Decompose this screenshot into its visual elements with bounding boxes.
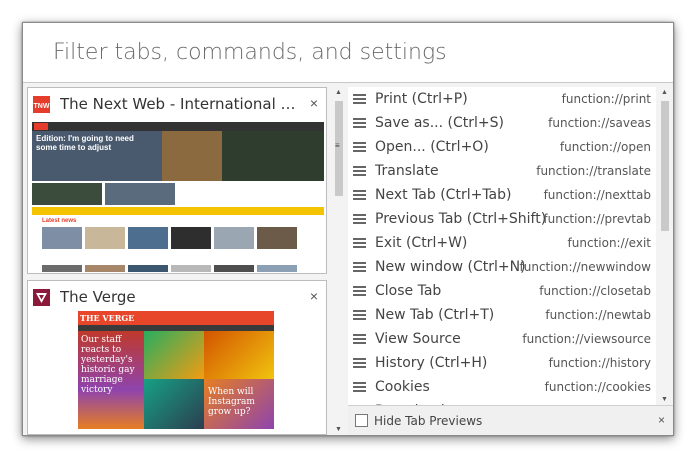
- tab-preview-header: The Verge: [28, 281, 326, 313]
- command-label: New window (Ctrl+N): [375, 259, 526, 275]
- command-label: Translate: [375, 163, 439, 179]
- command-url: function://open: [559, 140, 651, 154]
- command-label: Close Tab: [375, 283, 442, 299]
- scroll-down-icon[interactable]: ▼: [335, 426, 342, 433]
- command-url: function://translate: [536, 164, 651, 178]
- command-label: Print (Ctrl+P): [375, 91, 468, 107]
- command-list-icon: [353, 357, 368, 369]
- command-list-icon: [353, 381, 368, 393]
- command-url: function://closetab: [539, 284, 651, 298]
- command-url: function://prevtab: [543, 212, 651, 226]
- command-item[interactable]: New Tab (Ctrl+T) function://newtab: [348, 303, 673, 327]
- commands-scrollbar[interactable]: ▲ ▼: [656, 87, 673, 405]
- command-item[interactable]: Open... (Ctrl+O) function://open: [348, 135, 673, 159]
- command-url: function://newtab: [545, 308, 651, 322]
- command-list-icon: [353, 213, 368, 225]
- thumbnail-hero: Edition: I'm going to need some time to …: [32, 131, 324, 181]
- command-item[interactable]: Previous Tab (Ctrl+Shift) function://prev…: [348, 207, 673, 231]
- hide-previews-checkbox[interactable]: [355, 414, 368, 427]
- tab-title: The Next Web - International technology …: [60, 95, 300, 113]
- command-palette-window: TNW The Next Web - International technol…: [22, 22, 674, 436]
- thumbnail-hero-text: Edition: I'm going to need some time to …: [36, 134, 134, 152]
- command-list-icon: [353, 285, 368, 297]
- command-label: Previous Tab (Ctrl+Shift): [375, 211, 547, 227]
- footer-bar: Hide Tab Previews ×: [348, 405, 673, 435]
- command-list: Print (Ctrl+P) function://print Save as...…: [348, 87, 673, 405]
- verge-favicon-icon: [33, 288, 50, 306]
- command-label: View Source: [375, 331, 461, 347]
- svg-text:TNW: TNW: [34, 103, 50, 110]
- tab-thumbnail: Edition: I'm going to need some time to …: [32, 122, 324, 272]
- tab-preview-header: TNW The Next Web - International technol…: [28, 88, 326, 120]
- thumbnail-banner: [32, 207, 324, 215]
- previews-scrollbar[interactable]: ▲ ≡ ▼: [332, 87, 346, 435]
- command-item[interactable]: Next Tab (Ctrl+Tab) function://nexttab: [348, 183, 673, 207]
- command-item[interactable]: New window (Ctrl+N) function://newwindow: [348, 255, 673, 279]
- thumbnail-headline: When will Instagram grow up?: [208, 387, 255, 417]
- command-url: function://cookies: [544, 380, 651, 394]
- command-label: Cookies: [375, 379, 430, 395]
- command-item[interactable]: View Source function://viewsource: [348, 327, 673, 351]
- thumbnail-section-label: Latest news: [42, 218, 77, 224]
- command-item[interactable]: History (Ctrl+H) function://history: [348, 351, 673, 375]
- thumbnail-toolbar: [32, 122, 324, 131]
- command-url: function://exit: [567, 236, 651, 250]
- tab-title: The Verge: [60, 288, 136, 306]
- command-list-icon: [353, 333, 368, 345]
- tab-previews: TNW The Next Web - International technol…: [27, 87, 330, 435]
- command-url: function://newwindow: [519, 260, 651, 274]
- command-item[interactable]: Save as... (Ctrl+S) function://saveas: [348, 111, 673, 135]
- command-list-icon: [353, 93, 368, 105]
- command-item[interactable]: Close Tab function://closetab: [348, 279, 673, 303]
- command-label: Next Tab (Ctrl+Tab): [375, 187, 512, 203]
- command-item[interactable]: Translate function://translate: [348, 159, 673, 183]
- close-icon[interactable]: ×: [658, 413, 665, 427]
- command-list-icon: [353, 261, 368, 273]
- thumbnail-headline: Our staff reacts to yesterday's historic…: [81, 335, 135, 395]
- scroll-up-icon[interactable]: ▲: [661, 89, 668, 96]
- tab-preview-card[interactable]: TNW The Next Web - International technol…: [27, 87, 327, 274]
- command-item[interactable]: Print (Ctrl+P) function://print: [348, 87, 673, 111]
- command-url: function://print: [561, 92, 651, 106]
- grip-icon: ≡: [335, 141, 340, 150]
- scroll-thumb[interactable]: [661, 101, 669, 231]
- search-input[interactable]: [51, 39, 655, 66]
- tnw-favicon-icon: TNW: [33, 95, 50, 113]
- hide-previews-label[interactable]: Hide Tab Previews: [374, 414, 482, 428]
- command-list-icon: [353, 117, 368, 129]
- tab-preview-card[interactable]: The Verge × THE VERGE Our staff reacts t…: [27, 280, 327, 435]
- command-url: function://saveas: [548, 116, 651, 130]
- command-list-icon: [353, 141, 368, 153]
- command-label: Exit (Ctrl+W): [375, 235, 468, 251]
- command-label: New Tab (Ctrl+T): [375, 307, 495, 323]
- scroll-up-icon[interactable]: ▲: [335, 89, 342, 96]
- command-list-icon: [353, 237, 368, 249]
- thumbnail-header: THE VERGE: [78, 311, 274, 325]
- scroll-down-icon[interactable]: ▼: [661, 396, 668, 403]
- command-url: function://nexttab: [543, 188, 651, 202]
- command-url: function://viewsource: [522, 332, 651, 346]
- search-box[interactable]: [23, 23, 673, 83]
- command-list-icon: [353, 309, 368, 321]
- command-label: Open... (Ctrl+O): [375, 139, 489, 155]
- command-label: History (Ctrl+H): [375, 355, 488, 371]
- command-item[interactable]: Exit (Ctrl+W) function://exit: [348, 231, 673, 255]
- command-item[interactable]: Cookies function://cookies: [348, 375, 673, 399]
- close-tab-icon[interactable]: ×: [310, 95, 318, 111]
- command-url: function://history: [548, 356, 651, 370]
- tab-thumbnail: THE VERGE Our staff reacts to yesterday'…: [78, 311, 274, 429]
- command-list-icon: [353, 189, 368, 201]
- command-list-icon: [353, 165, 368, 177]
- command-label: Save as... (Ctrl+S): [375, 115, 504, 131]
- close-tab-icon[interactable]: ×: [310, 288, 318, 304]
